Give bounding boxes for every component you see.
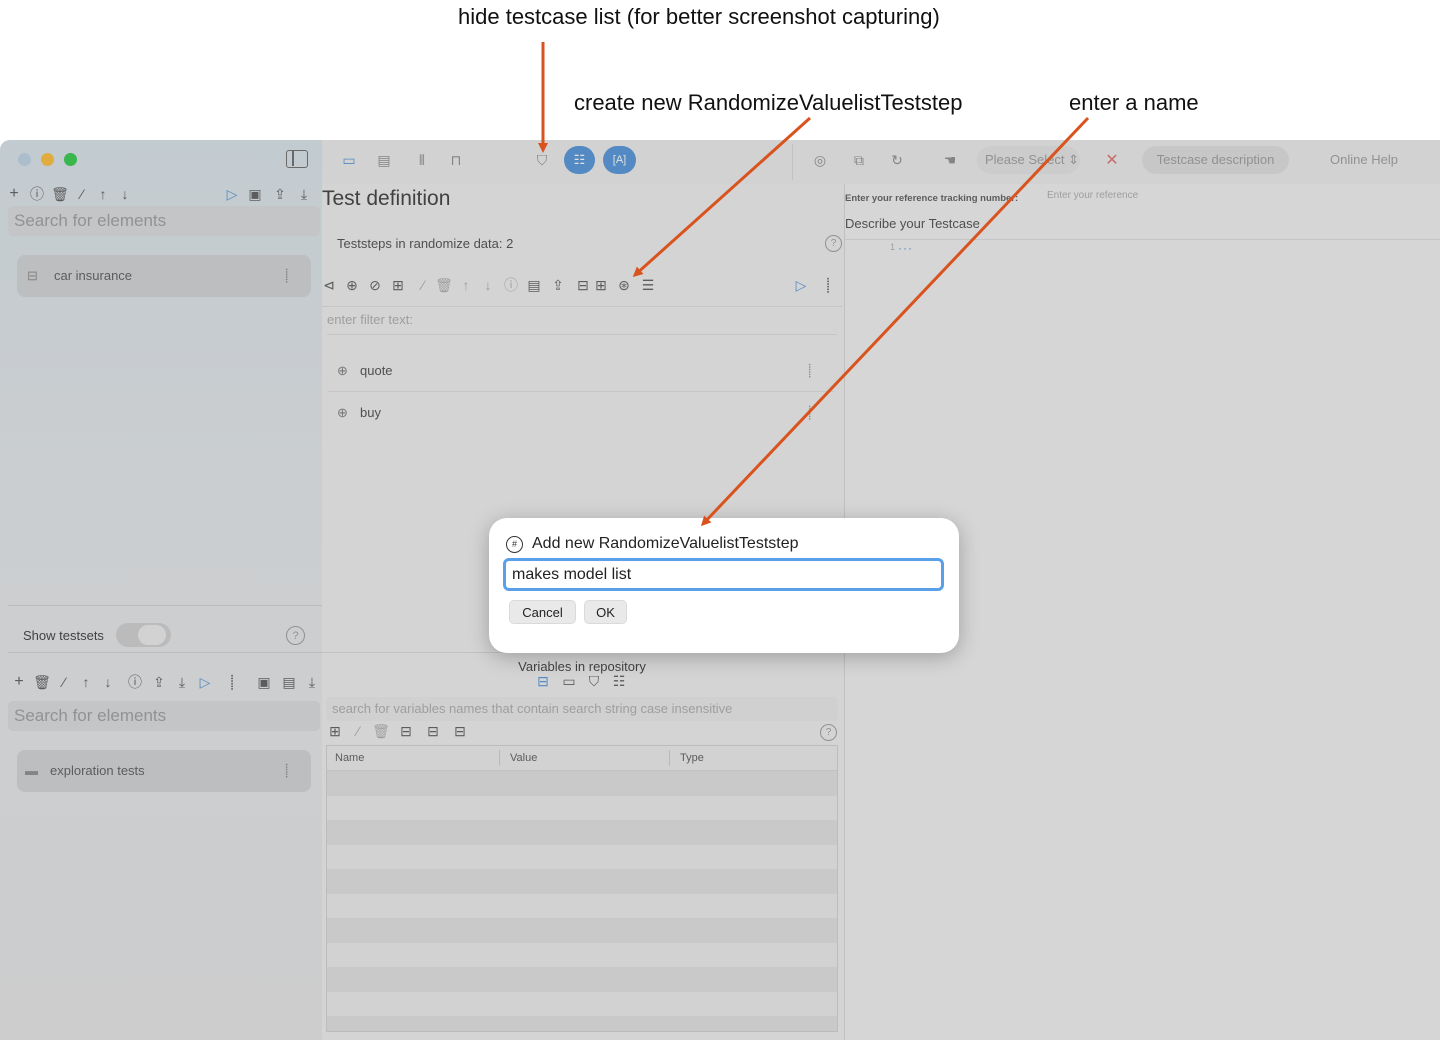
arrow-enter-name	[700, 116, 1090, 527]
annotation-arrows	[538, 42, 1090, 527]
arrow-create-new	[632, 116, 812, 278]
